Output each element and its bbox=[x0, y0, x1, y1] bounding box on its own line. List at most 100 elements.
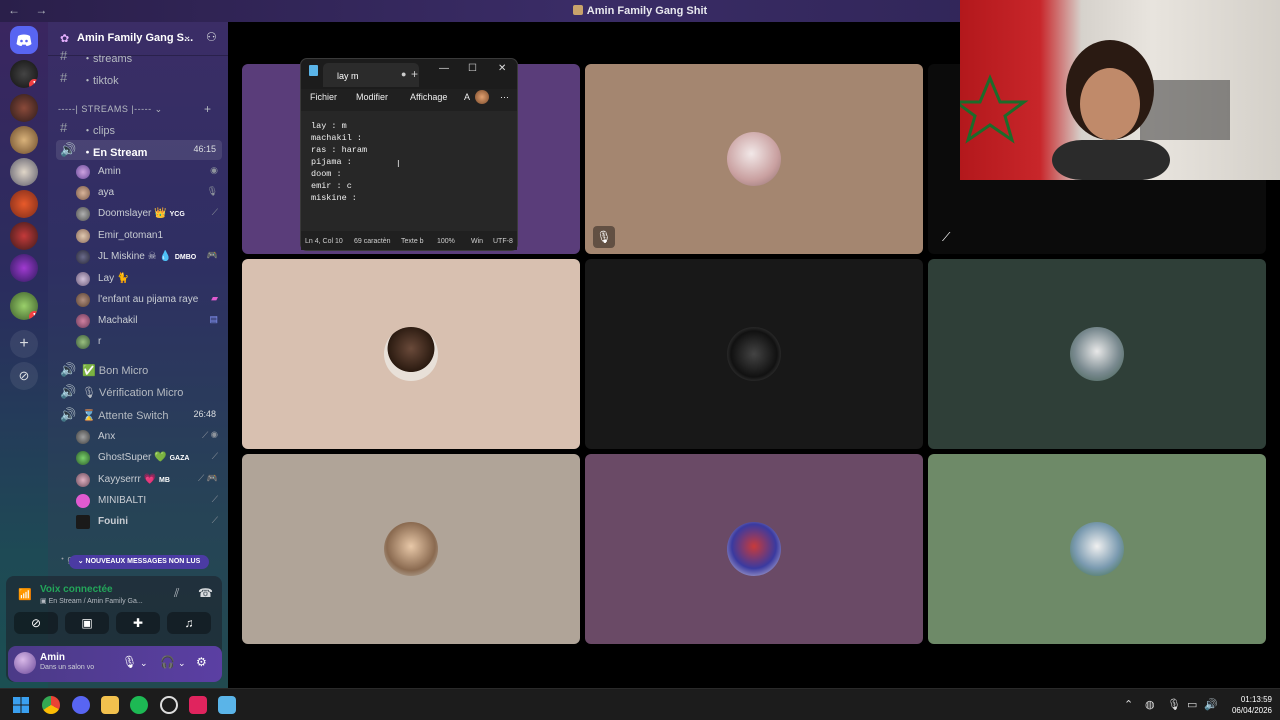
hourglass-icon: ⌛ bbox=[82, 410, 96, 422]
microphone-icon[interactable]: 🎙 bbox=[1167, 698, 1181, 711]
voice-user[interactable]: Emir_otoman1 bbox=[76, 226, 226, 246]
voice-user[interactable]: JL Miskine ☠ 💧 DMBO 🎮 bbox=[76, 247, 226, 267]
category-streams[interactable]: -----| STREAMS |----- ⌄ + bbox=[58, 102, 211, 116]
mic-icon: 🎙 bbox=[82, 387, 96, 399]
soundboard-button[interactable]: ♫ bbox=[167, 612, 211, 634]
server-icon[interactable]: 1 bbox=[10, 60, 38, 88]
server-icon[interactable] bbox=[10, 222, 38, 250]
volume-icon[interactable]: 🔊 bbox=[1204, 698, 1218, 711]
maximize-icon[interactable]: ☐ bbox=[468, 63, 477, 74]
activities-button[interactable]: ✚ bbox=[116, 612, 160, 634]
server-icon[interactable]: 1 bbox=[10, 292, 38, 320]
add-server-icon[interactable]: + bbox=[10, 330, 38, 358]
server-icon[interactable] bbox=[10, 254, 38, 282]
hash-icon: # bbox=[60, 70, 68, 85]
voice-user[interactable]: Fouini ⟋ bbox=[76, 512, 226, 532]
user-name: Amin bbox=[40, 652, 65, 663]
file-explorer-icon[interactable] bbox=[101, 696, 119, 714]
channel-attente-switch[interactable]: 🔊 ⌛ Attente Switch 26:48 bbox=[56, 405, 222, 425]
participant-tile[interactable] bbox=[928, 259, 1266, 449]
tab-lay-m[interactable]: lay m ● bbox=[323, 63, 419, 87]
voice-user-name: Doomslayer 👑 YCG bbox=[98, 208, 185, 219]
channel-streams[interactable]: # ・streams bbox=[56, 46, 222, 66]
chevron-down-icon[interactable]: ⌄ bbox=[183, 31, 191, 42]
participant-tile[interactable] bbox=[585, 259, 923, 449]
voice-user-name-text: Kayyserrr bbox=[98, 474, 141, 485]
minimize-icon[interactable]: — bbox=[439, 63, 449, 74]
mic-muted-icon: 🎙 bbox=[593, 226, 615, 248]
spotify-icon[interactable] bbox=[130, 696, 148, 714]
microphone-icon[interactable]: 🎙 bbox=[122, 655, 137, 669]
account-avatar[interactable] bbox=[475, 90, 489, 104]
tab-title: lay m bbox=[337, 71, 359, 81]
add-channel-icon[interactable]: + bbox=[204, 102, 212, 116]
channel-verification[interactable]: 🔊 🎙 Vérification Micro bbox=[56, 382, 222, 402]
clock[interactable]: 01:13:59 06/04/2026 bbox=[1222, 694, 1272, 716]
voice-user[interactable]: r bbox=[76, 332, 226, 352]
user-tag: MB bbox=[159, 477, 170, 484]
channel-bon-micro[interactable]: 🔊 ✅ Bon Micro bbox=[56, 360, 222, 380]
notepad-taskbar-icon[interactable] bbox=[218, 696, 236, 714]
obs-icon[interactable] bbox=[160, 696, 178, 714]
voice-user[interactable]: MINIBALTI ⟋ bbox=[76, 491, 226, 511]
status-encoding: UTF-8 bbox=[493, 238, 513, 245]
chevron-down-icon[interactable]: ⌄ bbox=[140, 658, 148, 669]
new-tab-icon[interactable]: + bbox=[411, 67, 418, 81]
tiktok-icon[interactable] bbox=[189, 696, 207, 714]
gear-icon[interactable]: ⚙ bbox=[196, 655, 207, 669]
disconnect-icon[interactable]: ☎ bbox=[198, 586, 213, 600]
discord-icon[interactable] bbox=[72, 696, 90, 714]
voice-user[interactable]: Machakil ▤ bbox=[76, 311, 226, 331]
channel-timer: 46:15 bbox=[193, 144, 216, 154]
add-user-icon[interactable]: ⚇ bbox=[206, 30, 217, 44]
participant-tile[interactable] bbox=[242, 259, 580, 449]
voice-user[interactable]: GhostSuper 💚 GAZA ⟋ bbox=[76, 448, 226, 468]
avatar[interactable] bbox=[14, 652, 36, 674]
discover-icon[interactable]: ⊘ bbox=[10, 362, 38, 390]
close-icon[interactable]: ✕ bbox=[498, 63, 506, 74]
unsaved-dot-icon[interactable]: ● bbox=[401, 69, 406, 79]
chrome-icon[interactable] bbox=[42, 696, 60, 714]
new-messages-pill[interactable]: ⌄ NOUVEAUX MESSAGES NON LUS bbox=[69, 555, 209, 569]
voice-user[interactable]: Doomslayer 👑 YCG ⟋ bbox=[76, 204, 226, 224]
discord-home-icon[interactable] bbox=[10, 26, 38, 54]
channel-tiktok[interactable]: # ・tiktok bbox=[56, 68, 222, 88]
voice-user[interactable]: Anx ⟋ ◉ bbox=[76, 427, 226, 447]
channel-clips[interactable]: # ・clips bbox=[56, 118, 222, 138]
menu-affichage[interactable]: Affichage bbox=[410, 92, 447, 102]
voice-user-name-text: GhostSuper bbox=[98, 452, 152, 463]
participant-tile[interactable] bbox=[242, 454, 580, 644]
server-icon[interactable] bbox=[10, 94, 38, 122]
status-zoom[interactable]: 100% bbox=[437, 238, 455, 245]
server-icon[interactable] bbox=[10, 158, 38, 186]
server-icon[interactable] bbox=[10, 190, 38, 218]
mic-muted-icon: ⟋ bbox=[211, 451, 218, 461]
ai-icon[interactable]: A bbox=[464, 92, 470, 102]
voice-user[interactable]: aya 🎙 bbox=[76, 183, 226, 203]
voice-user[interactable]: l'enfant au pijama raye ▰ bbox=[76, 290, 226, 310]
voice-user[interactable]: Amin ◉ bbox=[76, 162, 226, 182]
notepad-editor[interactable]: lay : m machakil : ras : haram pijama : … bbox=[301, 111, 517, 231]
camera-off-button[interactable]: ⊘ bbox=[14, 612, 58, 634]
voice-user[interactable]: Kayyserrr 💗 MB ⟋ 🎮 bbox=[76, 470, 226, 490]
tray-app-icon[interactable]: ◍ bbox=[1145, 698, 1155, 711]
channel-label: 🎙 Vérification Micro bbox=[82, 386, 183, 399]
more-icon[interactable]: ⋯ bbox=[500, 92, 509, 103]
menu-modifier[interactable]: Modifier bbox=[356, 92, 388, 102]
network-icon[interactable]: ▭ bbox=[1187, 698, 1197, 711]
participant-tile[interactable] bbox=[928, 454, 1266, 644]
participant-tile[interactable] bbox=[585, 454, 923, 644]
chevron-up-icon[interactable]: ⌃ bbox=[1124, 698, 1133, 711]
noise-suppression-icon[interactable]: ⫽ bbox=[174, 586, 179, 601]
channel-en-stream[interactable]: 🔊 ・En Stream 46:15 bbox=[56, 140, 222, 160]
screen-share-button[interactable]: ▣ bbox=[65, 612, 109, 634]
server-icon[interactable] bbox=[10, 126, 38, 154]
voice-location[interactable]: ▣ En Stream / Amin Family Ga... bbox=[40, 597, 168, 605]
chevron-down-icon[interactable]: ⌄ bbox=[178, 658, 186, 669]
headphones-icon[interactable]: 🎧 bbox=[160, 655, 175, 669]
voice-user[interactable]: Lay 🐈 bbox=[76, 269, 226, 289]
signal-icon[interactable]: 📶 bbox=[18, 588, 32, 601]
windows-start-icon[interactable] bbox=[12, 696, 30, 714]
participant-tile[interactable]: 🎙 bbox=[585, 64, 923, 254]
menu-fichier[interactable]: Fichier bbox=[310, 92, 337, 102]
